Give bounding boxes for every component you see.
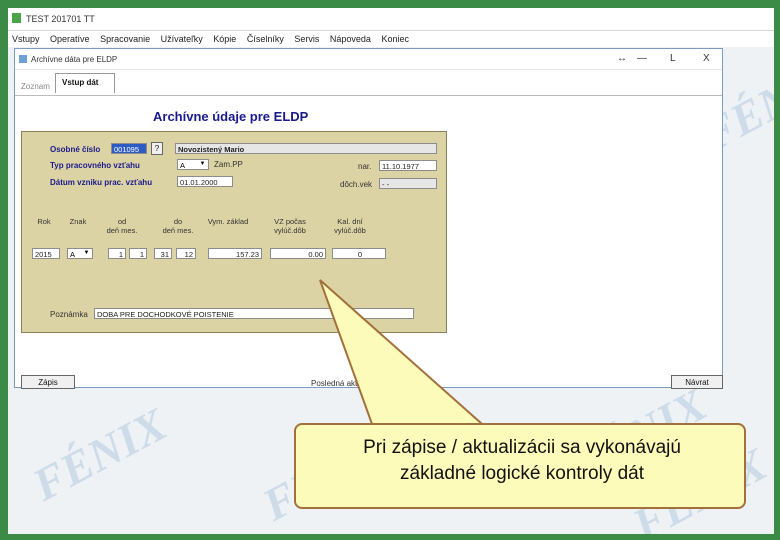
employment-type-desc: Zam.PP bbox=[214, 160, 243, 169]
personal-number-label: Osobné číslo bbox=[50, 145, 101, 154]
col-header-earnings: Vym. základ bbox=[207, 217, 249, 226]
callout-line-2: základné logické kontroly dát bbox=[400, 463, 644, 484]
employment-type-select[interactable]: A ▼ bbox=[177, 159, 209, 170]
col-header-vz-days: VZ počas bbox=[274, 217, 306, 226]
menu-item-servis[interactable]: Servis bbox=[294, 34, 319, 44]
col-header-cal-days: Kal. dní bbox=[337, 217, 363, 226]
watermark-logo: FÉNIX bbox=[24, 398, 175, 511]
employee-name-field: Novozistený Mario bbox=[175, 143, 437, 154]
app-title: TEST 201701 TT bbox=[26, 14, 95, 24]
chevron-down-icon: ▼ bbox=[199, 161, 206, 167]
from-day-input[interactable]: 1 bbox=[108, 248, 126, 259]
to-month-input[interactable]: 12 bbox=[176, 248, 196, 259]
personal-number-input[interactable]: 001095 bbox=[111, 143, 147, 154]
birth-date-label: nar. bbox=[358, 162, 372, 171]
pension-age-field: - - bbox=[379, 178, 437, 189]
to-day-input[interactable]: 31 bbox=[154, 248, 172, 259]
note-input[interactable]: DOBA PRE DOCHODKOVÉ POISTENIE bbox=[94, 308, 414, 319]
note-label: Poznámka bbox=[50, 310, 88, 319]
lookup-button[interactable]: ? bbox=[151, 142, 163, 155]
menu-item-vstupy[interactable]: Vstupy bbox=[12, 34, 40, 44]
last-update-label: Posledná aktualizácia bbox=[311, 379, 389, 388]
menu-item-ciselniky[interactable]: Číselníky bbox=[247, 34, 284, 44]
pension-age-label: dôch.vek bbox=[340, 180, 373, 189]
vz-days-input[interactable]: 0.00 bbox=[270, 248, 326, 259]
return-button[interactable]: Návrat bbox=[671, 375, 723, 389]
col-header-from: od bbox=[117, 217, 127, 226]
page-title: Archívne údaje pre ELDP bbox=[153, 109, 309, 124]
close-icon[interactable]: X bbox=[703, 53, 710, 64]
employment-type-value: A bbox=[180, 161, 186, 170]
menu-item-spracovanie[interactable]: Spracovanie bbox=[100, 34, 150, 44]
tab-bar: Zoznam Vstup dát bbox=[15, 71, 722, 96]
employment-start-label: Dátum vzniku prac. vzťahu bbox=[50, 178, 153, 187]
dialog-title-bar: Archívne dáta pre ELDP ↔ — L X bbox=[15, 49, 722, 70]
form-panel: Osobné číslo 001095 ? Novozistený Mario … bbox=[21, 131, 447, 333]
col-header-flag: Znak bbox=[69, 217, 87, 226]
flag-value: A bbox=[70, 250, 76, 259]
col-header-from-sub: deň mes. bbox=[106, 226, 138, 235]
dialog-icon bbox=[19, 55, 27, 63]
archive-dialog: Archívne dáta pre ELDP ↔ — L X Zoznam Vs… bbox=[14, 48, 723, 389]
col-header-to: do bbox=[173, 217, 183, 226]
app-title-bar: TEST 201701 TT bbox=[8, 8, 774, 31]
col-header-vz-days-sub: vylúč.dôb bbox=[274, 226, 306, 235]
menu-item-napoveda[interactable]: Nápoveda bbox=[330, 34, 371, 44]
flag-select[interactable]: A ▼ bbox=[67, 248, 93, 259]
dialog-title: Archívne dáta pre ELDP bbox=[31, 55, 118, 64]
col-header-year: Rok bbox=[37, 217, 51, 226]
menu-item-kopie[interactable]: Kópie bbox=[213, 34, 236, 44]
col-header-to-sub: deň mes. bbox=[162, 226, 194, 235]
callout-text: Pri zápise / aktualizácii sa vykonávajú … bbox=[296, 435, 748, 487]
employment-start-input[interactable]: 01.01.2000 bbox=[177, 176, 233, 187]
menu-item-operative[interactable]: Operatíve bbox=[50, 34, 90, 44]
app-icon bbox=[12, 13, 21, 23]
callout-line-1: Pri zápise / aktualizácii sa vykonávajú bbox=[363, 437, 681, 458]
birth-date-field[interactable]: 11.10.1977 bbox=[379, 160, 437, 171]
tab-vstup-dat[interactable]: Vstup dát bbox=[55, 73, 115, 93]
maximize-icon[interactable]: L bbox=[670, 53, 676, 64]
menu-bar: Vstupy Operatíve Spracovanie Užívateľky … bbox=[8, 31, 774, 47]
restore-icon[interactable]: ↔ bbox=[617, 53, 627, 64]
minimize-icon[interactable]: — bbox=[637, 53, 647, 64]
year-input[interactable]: 2015 bbox=[32, 248, 60, 259]
callout-box: Pri zápise / aktualizácii sa vykonávajú … bbox=[294, 423, 746, 509]
tab-zoznam[interactable]: Zoznam bbox=[21, 82, 50, 91]
menu-item-uzivatelky[interactable]: Užívateľky bbox=[161, 34, 203, 44]
menu-item-koniec[interactable]: Koniec bbox=[381, 34, 409, 44]
earnings-input[interactable]: 157.23 bbox=[208, 248, 262, 259]
employment-type-label: Typ pracovného vzťahu bbox=[50, 161, 140, 170]
chevron-down-icon: ▼ bbox=[83, 250, 90, 256]
from-month-input[interactable]: 1 bbox=[129, 248, 147, 259]
cal-days-input[interactable]: 0 bbox=[332, 248, 386, 259]
save-button[interactable]: Zápis bbox=[21, 375, 75, 389]
col-header-cal-days-sub: vylúč.dôb bbox=[334, 226, 366, 235]
